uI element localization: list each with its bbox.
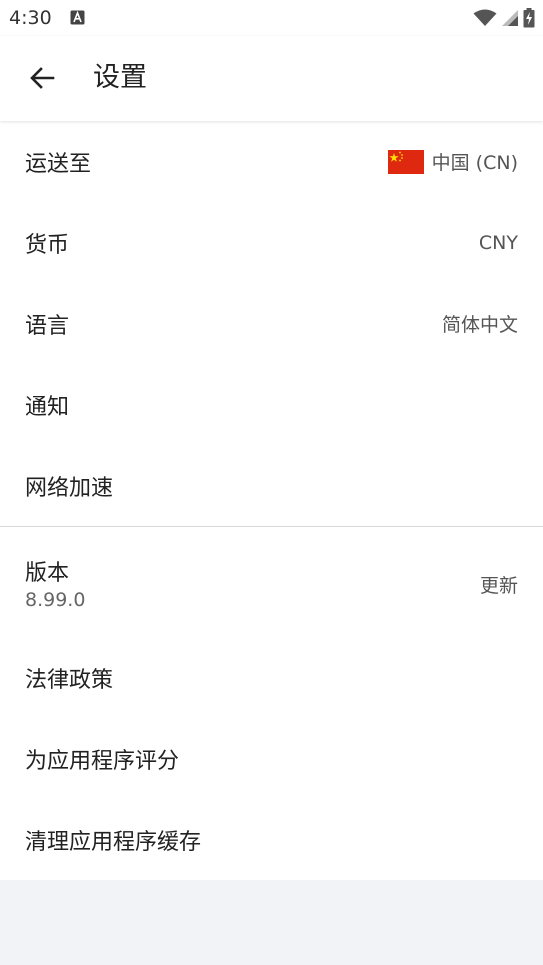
back-button[interactable] [22,58,62,98]
rate-app-row[interactable]: 为应用程序评分 [0,718,543,799]
version-number: 8.99.0 [25,589,86,611]
currency-label: 货币 [25,232,70,258]
legal-policy-row[interactable]: 法律政策 [0,637,543,718]
currency-row[interactable]: 货币 CNY [0,202,543,283]
settings-list: 运送至 中国 (CN) 货币 CNY 语言 简体中文 通知 网络加速 版本 8.… [0,121,543,880]
language-row[interactable]: 语言 简体中文 [0,283,543,364]
version-label: 版本 [25,561,70,586]
rate-app-label: 为应用程序评分 [25,748,180,774]
status-bar: 4:30 [0,0,543,36]
ship-to-row[interactable]: 运送至 中国 (CN) [0,121,543,202]
clear-cache-label: 清理应用程序缓存 [25,829,202,855]
notifications-row[interactable]: 通知 [0,364,543,445]
settings-screen: 4:30 设置 运送至 中国 (CN) 货币 CNY 语言 简体中文 通知 网络… [0,0,543,965]
clear-cache-row[interactable]: 清理应用程序缓存 [0,799,543,880]
ship-to-label: 运送至 [25,151,92,177]
ship-to-value-group: 中国 (CN) [387,148,518,175]
app-bar: 设置 [0,36,543,121]
version-row[interactable]: 版本 8.99.0 更新 [0,527,543,637]
status-time: 4:30 [9,7,52,29]
network-acceleration-label: 网络加速 [25,475,114,501]
page-title: 设置 [93,62,147,93]
a-notification-icon [70,10,85,25]
arrow-left-icon [30,67,55,89]
wifi-icon [473,9,497,26]
currency-value: CNY [478,231,518,254]
signal-icon [502,10,518,26]
ship-to-value: 中国 (CN) [431,152,518,174]
legal-policy-label: 法律政策 [25,667,114,693]
status-icons [473,8,535,28]
update-button[interactable]: 更新 [480,571,518,598]
language-value: 简体中文 [441,314,518,336]
language-label: 语言 [25,313,70,339]
battery-charging-icon [523,8,535,28]
network-acceleration-row[interactable]: 网络加速 [0,445,543,526]
notifications-label: 通知 [25,394,70,420]
china-flag-icon [387,149,424,174]
